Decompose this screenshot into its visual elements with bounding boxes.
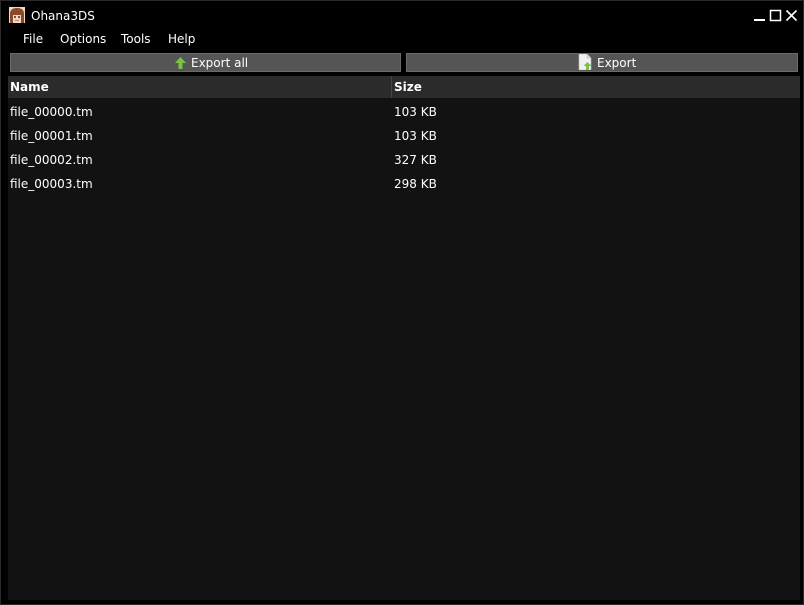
row-name: file_00002.tm [10, 153, 93, 167]
export-all-label: Export all [191, 56, 249, 70]
export-all-button[interactable]: Export all [10, 53, 401, 72]
document-export-icon [578, 54, 592, 70]
list-row[interactable]: file_00003.tm 298 KB [8, 172, 800, 196]
file-list[interactable]: Name Size file_00000.tm 103 KB file_0000… [8, 76, 800, 600]
list-row[interactable]: file_00000.tm 103 KB [8, 100, 800, 124]
list-row[interactable]: file_00002.tm 327 KB [8, 148, 800, 172]
row-name: file_00001.tm [10, 129, 93, 143]
export-label: Export [597, 56, 637, 70]
menu-tools[interactable]: Tools [121, 32, 151, 46]
app-window: Ohana3DS File Options Tools Help Export … [0, 0, 804, 605]
row-name: file_00000.tm [10, 105, 93, 119]
minimize-icon[interactable] [753, 9, 766, 22]
list-row[interactable]: file_00001.tm 103 KB [8, 124, 800, 148]
export-button[interactable]: Export [406, 53, 798, 72]
export-all-button-content: Export all [175, 56, 248, 70]
menu-help[interactable]: Help [168, 32, 195, 46]
row-size: 298 KB [394, 177, 437, 191]
row-size: 103 KB [394, 129, 437, 143]
row-size: 103 KB [394, 105, 437, 119]
menu-options[interactable]: Options [60, 32, 106, 46]
list-header: Name Size [8, 76, 800, 98]
green-up-arrow-icon [175, 57, 186, 69]
row-size: 327 KB [394, 153, 437, 167]
list-rows: file_00000.tm 103 KB file_00001.tm 103 K… [8, 100, 800, 196]
maximize-icon[interactable] [769, 9, 782, 22]
column-header-name[interactable]: Name [8, 76, 392, 98]
menu-bar: File Options Tools Help [1, 28, 803, 50]
window-title: Ohana3DS [31, 9, 95, 23]
export-button-content: Export [578, 54, 637, 70]
close-icon[interactable] [785, 9, 798, 22]
app-character-icon [9, 7, 25, 23]
row-name: file_00003.tm [10, 177, 93, 191]
column-header-size[interactable]: Size [392, 76, 800, 98]
menu-file[interactable]: File [23, 32, 43, 46]
title-bar[interactable]: Ohana3DS [1, 1, 803, 28]
